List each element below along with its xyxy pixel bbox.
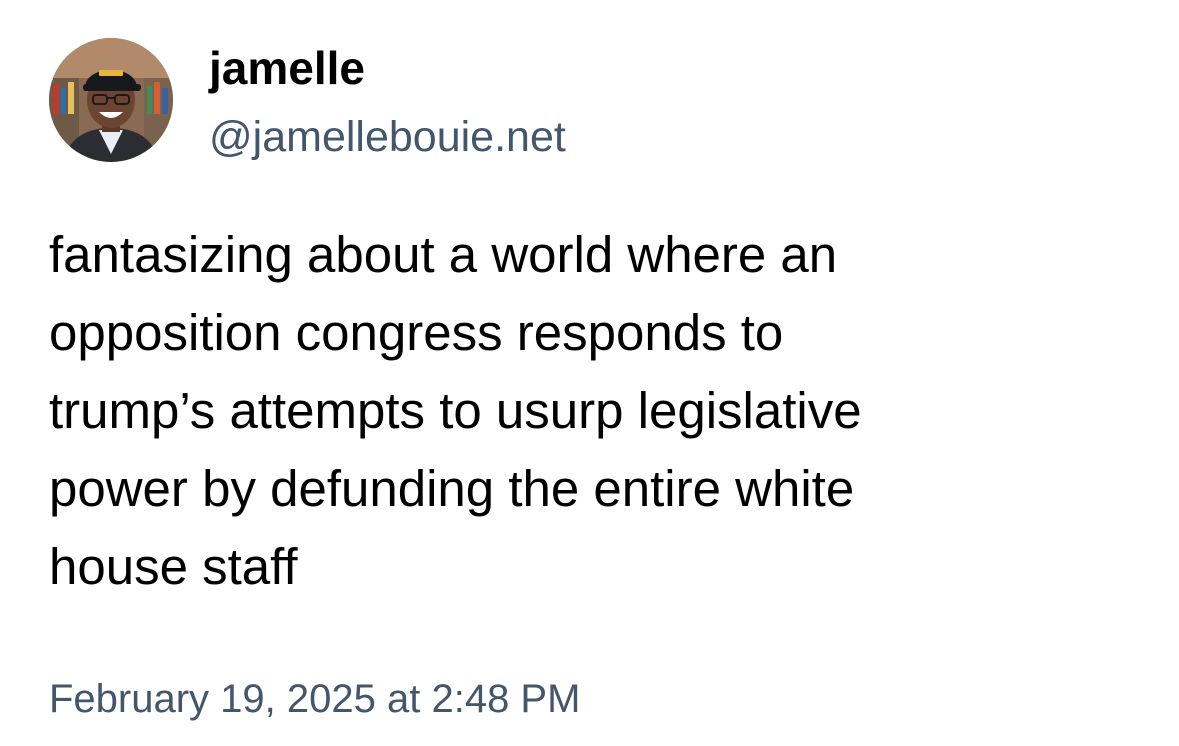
- post-card: jamelle @jamellebouie.net fantasizing ab…: [0, 0, 1179, 746]
- author-handle[interactable]: @jamellebouie.net: [209, 110, 566, 164]
- author-avatar[interactable]: [49, 38, 173, 162]
- avatar-photo-icon: [49, 38, 173, 162]
- post-text: fantasizing about a world where an oppos…: [49, 226, 862, 595]
- author-display-name[interactable]: jamelle: [209, 40, 365, 96]
- post-timestamp[interactable]: February 19, 2025 at 2:48 PM: [49, 672, 580, 726]
